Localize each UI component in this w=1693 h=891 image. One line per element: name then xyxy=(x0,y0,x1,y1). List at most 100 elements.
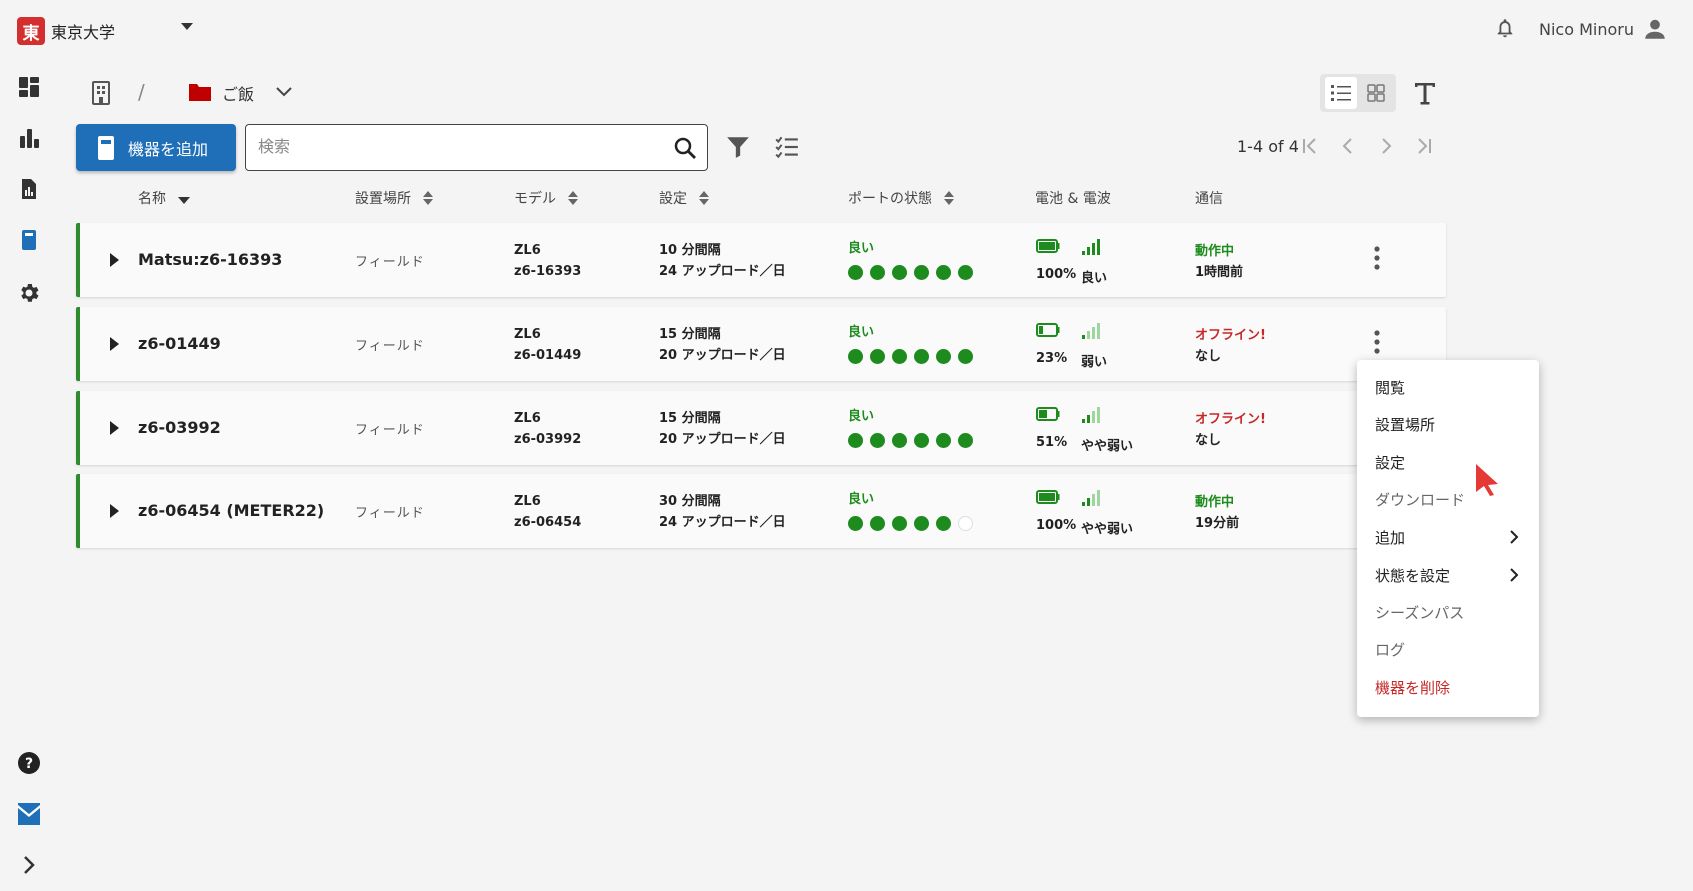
list-view-button[interactable] xyxy=(1324,77,1357,109)
menu-item-delete-device[interactable]: 機器を削除 xyxy=(1375,677,1450,698)
chevron-down-icon[interactable] xyxy=(274,84,294,100)
menu-item-set-status[interactable]: 状態を設定 xyxy=(1375,565,1450,586)
search-box xyxy=(245,124,708,171)
settings-gear-icon[interactable] xyxy=(17,281,41,305)
first-page-icon[interactable] xyxy=(1300,136,1320,156)
serial-number: z6-03992 xyxy=(514,432,582,447)
next-page-icon[interactable] xyxy=(1376,136,1396,156)
port-status-dot xyxy=(958,265,973,280)
help-icon[interactable]: ? xyxy=(17,751,41,775)
column-header-label: 通信 xyxy=(1195,191,1223,207)
user-avatar-icon[interactable] xyxy=(1642,16,1668,42)
port-status-dot xyxy=(848,265,863,280)
port-status-label: 良い xyxy=(848,409,875,424)
search-input[interactable] xyxy=(258,137,658,156)
port-status-dot xyxy=(892,433,907,448)
checklist-icon[interactable] xyxy=(774,134,800,160)
device-name[interactable]: Matsu:z6-16393 xyxy=(138,250,282,269)
filter-icon[interactable] xyxy=(725,134,751,160)
device-icon xyxy=(98,135,114,160)
report-icon[interactable] xyxy=(17,177,41,201)
grid-view-button[interactable] xyxy=(1360,77,1392,109)
port-status-dot xyxy=(914,433,929,448)
battery-percent: 100% xyxy=(1036,518,1077,533)
port-status-dot xyxy=(892,265,907,280)
chart-icon[interactable] xyxy=(17,126,41,150)
last-comm-time: なし xyxy=(1195,349,1222,364)
expand-row-icon[interactable] xyxy=(110,504,119,518)
notification-bell-icon[interactable] xyxy=(1494,16,1516,40)
signal-strength-icon xyxy=(1082,490,1100,506)
port-status-dot xyxy=(892,516,907,531)
prev-page-icon[interactable] xyxy=(1338,136,1358,156)
port-status-dot xyxy=(914,265,929,280)
menu-item-add[interactable]: 追加 xyxy=(1375,527,1405,548)
device-name[interactable]: z6-01449 xyxy=(138,334,221,353)
menu-item-log[interactable]: ログ xyxy=(1375,639,1405,660)
device-location: フィールド xyxy=(355,506,425,521)
port-status-dot xyxy=(870,433,885,448)
port-status-label: 良い xyxy=(848,492,875,507)
signal-strength-icon xyxy=(1082,407,1100,423)
column-header-model[interactable]: モデル xyxy=(514,188,578,208)
column-header-label: モデル xyxy=(514,191,556,207)
table-row[interactable]: Matsu:z6-16393 フィールド ZL6 z6-16393 10 分間隔 24 ア… xyxy=(76,223,1446,297)
column-header-settings[interactable]: 設定 xyxy=(659,188,709,208)
more-options-icon[interactable] xyxy=(1373,329,1381,355)
more-options-icon[interactable] xyxy=(1373,245,1381,271)
user-name[interactable]: Nico Minoru xyxy=(1539,20,1634,39)
column-header-label: 電池 & 電波 xyxy=(1035,191,1111,207)
table-row[interactable]: z6-03992 フィールド ZL6 z6-03992 15 分間隔 20 アップロード／… xyxy=(76,391,1446,465)
menu-item-view[interactable]: 閲覧 xyxy=(1375,377,1405,398)
comm-status: 動作中 xyxy=(1195,495,1235,510)
expand-row-icon[interactable] xyxy=(110,337,119,351)
menu-item-season-pass[interactable]: シーズンパス xyxy=(1375,602,1464,623)
battery-icon xyxy=(1036,323,1060,337)
battery-percent: 100% xyxy=(1036,267,1077,282)
port-status-dots xyxy=(848,516,980,531)
expand-row-icon[interactable] xyxy=(110,253,119,267)
device-name[interactable]: z6-03992 xyxy=(138,418,221,437)
port-status-dot xyxy=(936,265,951,280)
svg-text:?: ? xyxy=(25,756,33,772)
menu-item-settings[interactable]: 設定 xyxy=(1375,452,1405,473)
add-device-button[interactable]: 機器を追加 xyxy=(76,124,236,171)
device-model: ZL6 z6-03992 xyxy=(514,408,581,450)
port-status-dot xyxy=(848,516,863,531)
table-row[interactable]: z6-06454 (METER22) フィールド ZL6 z6-06454 30 分間隔… xyxy=(76,474,1446,548)
port-status-dots xyxy=(848,265,980,280)
battery-icon xyxy=(1036,490,1060,504)
building-icon[interactable] xyxy=(90,80,112,106)
org-switcher[interactable]: 東 東京大学 xyxy=(17,17,115,45)
comm-status: 動作中 xyxy=(1195,244,1235,259)
expand-rail-chevron-icon[interactable] xyxy=(17,853,41,877)
folder-icon xyxy=(189,84,211,101)
table-row[interactable]: z6-01449 フィールド ZL6 z6-01449 15 分間隔 20 アップロード／… xyxy=(76,307,1446,381)
column-header-label: 設置場所 xyxy=(355,191,411,207)
column-header-location[interactable]: 設置場所 xyxy=(355,188,433,208)
menu-item-location[interactable]: 設置場所 xyxy=(1375,414,1435,435)
dashboard-icon[interactable] xyxy=(17,75,41,99)
expand-row-icon[interactable] xyxy=(110,421,119,435)
signal-strength-text: 良い xyxy=(1081,271,1108,286)
port-status-dots xyxy=(848,349,980,364)
battery-percent: 23% xyxy=(1036,351,1068,366)
signal-strength-icon xyxy=(1082,239,1100,255)
text-size-icon[interactable] xyxy=(1412,80,1438,106)
search-icon[interactable] xyxy=(673,136,697,160)
org-dropdown-caret-icon[interactable] xyxy=(181,23,193,30)
device-context-menu: 閲覧 設置場所 設定 ダウンロード 追加 状態を設定 シーズンパス ログ 機器を… xyxy=(1357,360,1539,717)
org-name: 東京大学 xyxy=(51,23,116,42)
last-page-icon[interactable] xyxy=(1414,136,1434,156)
breadcrumb-folder-name[interactable]: ご飯 xyxy=(222,81,254,105)
device-icon[interactable] xyxy=(17,228,41,252)
column-header-port[interactable]: ポートの状態 xyxy=(848,188,954,208)
port-status-dot xyxy=(958,349,973,364)
signal-strength-text: やや弱い xyxy=(1081,522,1134,537)
serial-number: z6-16393 xyxy=(514,264,582,279)
column-header-name[interactable]: 名称 xyxy=(138,188,190,208)
device-name[interactable]: z6-06454 (METER22) xyxy=(138,501,324,520)
menu-item-download[interactable]: ダウンロード xyxy=(1375,489,1465,510)
last-comm-time: なし xyxy=(1195,433,1222,448)
port-status-dot xyxy=(936,516,951,531)
